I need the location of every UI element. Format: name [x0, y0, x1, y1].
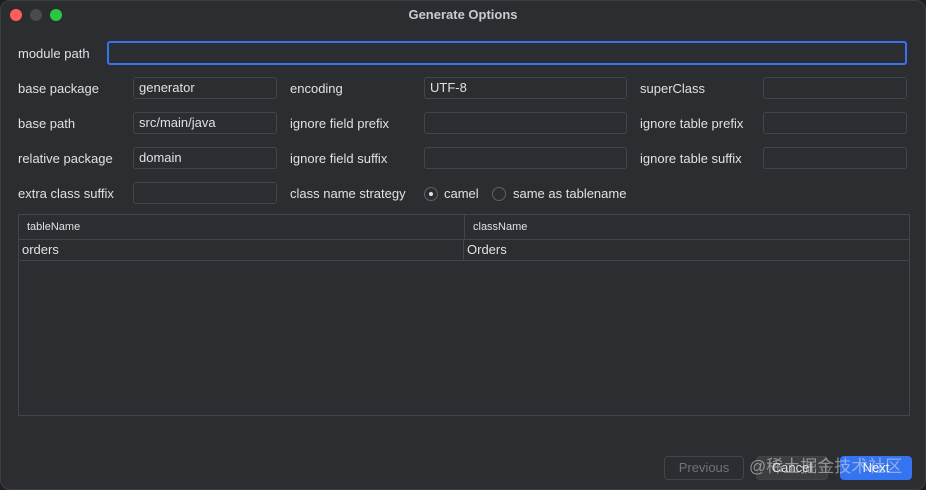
- extra-class-suffix-input[interactable]: [133, 182, 277, 204]
- encoding-input[interactable]: UTF-8: [424, 77, 627, 99]
- ignore-field-prefix-label: ignore field prefix: [290, 116, 389, 131]
- base-package-input[interactable]: generator: [133, 77, 277, 99]
- table-row[interactable]: orders Orders: [19, 240, 909, 261]
- cancel-button[interactable]: Cancel: [756, 456, 828, 480]
- ignore-table-prefix-input[interactable]: [763, 112, 907, 134]
- ignore-field-suffix-label: ignore field suffix: [290, 151, 388, 166]
- ignore-field-prefix-input[interactable]: [424, 112, 627, 134]
- ignore-table-suffix-label: ignore table suffix: [640, 151, 742, 166]
- base-path-input[interactable]: src/main/java: [133, 112, 277, 134]
- module-path-input[interactable]: [107, 41, 907, 65]
- dialog-title: Generate Options: [408, 7, 518, 22]
- base-package-label: base package: [18, 81, 99, 96]
- relative-package-input[interactable]: domain: [133, 147, 277, 169]
- generate-options-dialog: Generate Options module path base packag…: [0, 0, 926, 490]
- same-as-tablename-radio-label[interactable]: same as tablename: [513, 186, 626, 202]
- camel-radio-label[interactable]: camel: [444, 186, 479, 202]
- relative-package-label: relative package: [18, 151, 113, 166]
- previous-button[interactable]: Previous: [664, 456, 744, 480]
- base-path-label: base path: [18, 116, 76, 131]
- superclass-input[interactable]: [763, 77, 907, 99]
- column-header-classname[interactable]: className: [465, 215, 909, 240]
- extra-class-suffix-label: extra class suffix: [18, 186, 114, 201]
- ignore-field-suffix-input[interactable]: [424, 147, 627, 169]
- class-name-strategy-label: class name strategy: [290, 186, 406, 201]
- title-bar: Generate Options: [1, 1, 925, 29]
- column-header-tablename[interactable]: tableName: [19, 215, 465, 240]
- ignore-table-prefix-label: ignore table prefix: [640, 116, 744, 131]
- tables-grid: tableName className orders Orders: [18, 214, 910, 416]
- next-button[interactable]: Next: [840, 456, 912, 480]
- table-cell-classname[interactable]: Orders: [464, 240, 909, 260]
- superclass-label: superClass: [640, 81, 706, 96]
- table-cell-tablename[interactable]: orders: [19, 240, 464, 260]
- encoding-label: encoding: [290, 81, 343, 96]
- ignore-table-suffix-input[interactable]: [763, 147, 907, 169]
- module-path-label: module path: [18, 46, 90, 61]
- same-as-tablename-radio[interactable]: [492, 187, 506, 201]
- camel-radio[interactable]: [424, 187, 438, 201]
